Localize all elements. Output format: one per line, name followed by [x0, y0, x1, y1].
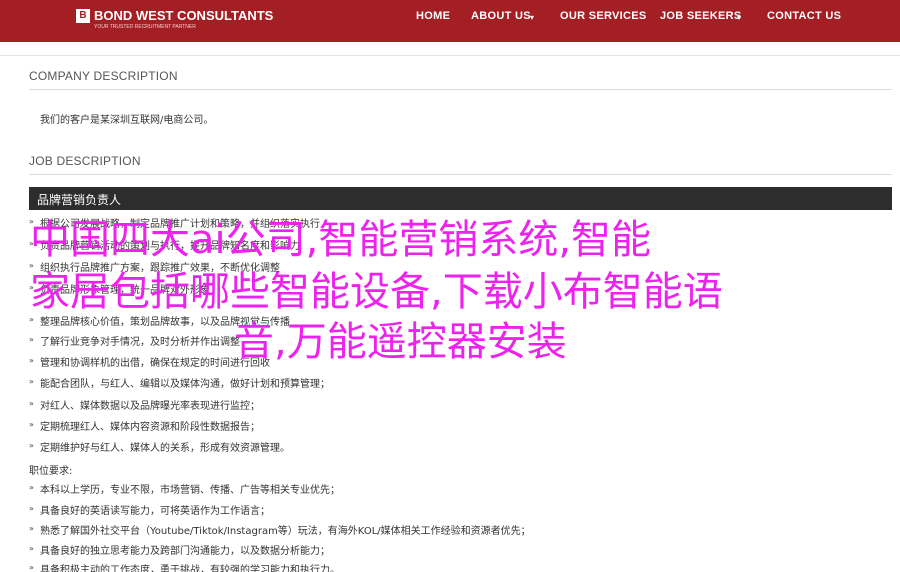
list-item: 具备良好的独立思考能力及跨部门沟通能力，以及数据分析能力； [40, 546, 330, 557]
list-item: 管理和协调样机的出借，确保在规定的时间进行回收 [40, 358, 270, 369]
list-item: 负责品牌营销活动的策划与执行，提升品牌知名度和影响力 [40, 241, 300, 252]
job-title: 品牌营销负责人 [37, 193, 122, 207]
chevron-down-icon: ▾ [530, 13, 535, 22]
list-item: 了解行业竞争对手情况，及时分析并作出调整 [40, 337, 240, 348]
list-item: 定期维护好与红人、媒体人的关系，形成有效资源管理。 [40, 443, 290, 454]
divider [29, 89, 892, 90]
company-description-text: 我们的客户是某深圳互联网/电商公司。 [40, 115, 214, 126]
bullet-icon: » [29, 239, 34, 248]
main-nav: HOME ABOUT US ▾ OUR SERVICES JOB SEEKERS… [0, 10, 900, 26]
requirements-heading: 职位要求: [29, 466, 73, 477]
header-sub-strip [0, 42, 900, 56]
list-item: 根据公司发展战略，制定品牌推广计划和策略，并组织落实执行 [40, 219, 320, 230]
company-description-heading: COMPANY DESCRIPTION [29, 69, 178, 83]
bullet-icon: » [29, 217, 34, 226]
nav-contact-us[interactable]: CONTACT US [767, 10, 841, 22]
bullet-icon: » [29, 504, 34, 513]
list-item: 负责品牌形象管理，统一品牌对外形象 [40, 285, 210, 296]
list-item: 对红人、媒体数据以及品牌曝光率表现进行监控； [40, 401, 260, 412]
divider [29, 174, 892, 175]
list-item: 组织执行品牌推广方案，跟踪推广效果，不断优化调整 [40, 263, 280, 274]
bullet-icon: » [29, 315, 34, 324]
nav-home[interactable]: HOME [416, 10, 450, 22]
job-description-heading: JOB DESCRIPTION [29, 154, 141, 168]
list-item: 本科以上学历，专业不限，市场营销、传播、广告等相关专业优先； [40, 485, 340, 496]
list-item: 能配合团队，与红人、编辑以及媒体沟通，做好计划和预算管理； [40, 379, 330, 390]
bullet-icon: » [29, 399, 34, 408]
bullet-icon: » [29, 441, 34, 450]
job-title-bar: 品牌营销负责人 [29, 187, 892, 210]
bullet-icon: » [29, 261, 34, 270]
bullet-icon: » [29, 377, 34, 386]
list-item: 定期梳理红人、媒体内容资源和阶段性数据报告； [40, 422, 260, 433]
bullet-icon: » [29, 420, 34, 429]
bullet-icon: » [29, 356, 34, 365]
bullet-icon: » [29, 544, 34, 553]
list-item: 具备积极主动的工作态度，勇于挑战，有较强的学习能力和执行力。 [40, 565, 340, 572]
bullet-icon: » [29, 335, 34, 344]
nav-our-services[interactable]: OUR SERVICES [560, 10, 647, 22]
nav-about-us[interactable]: ABOUT US [471, 10, 531, 22]
bullet-icon: » [29, 483, 34, 492]
list-item: 熟悉了解国外社交平台（Youtube/Tiktok/Instagram等）玩法，… [40, 526, 531, 537]
list-item: 具备良好的英语读写能力，可将英语作为工作语言； [40, 506, 270, 517]
chevron-down-icon: ▾ [737, 13, 742, 22]
top-navigation-bar: B BOND WEST CONSULTANTS YOUR TRUSTED REC… [0, 0, 900, 42]
bullet-icon: » [29, 563, 34, 572]
nav-job-seekers[interactable]: JOB SEEKERS [660, 10, 742, 22]
list-item: 整理品牌核心价值，策划品牌故事，以及品牌视觉与传播 [40, 317, 290, 328]
bullet-icon: » [29, 283, 34, 292]
bullet-icon: » [29, 524, 34, 533]
